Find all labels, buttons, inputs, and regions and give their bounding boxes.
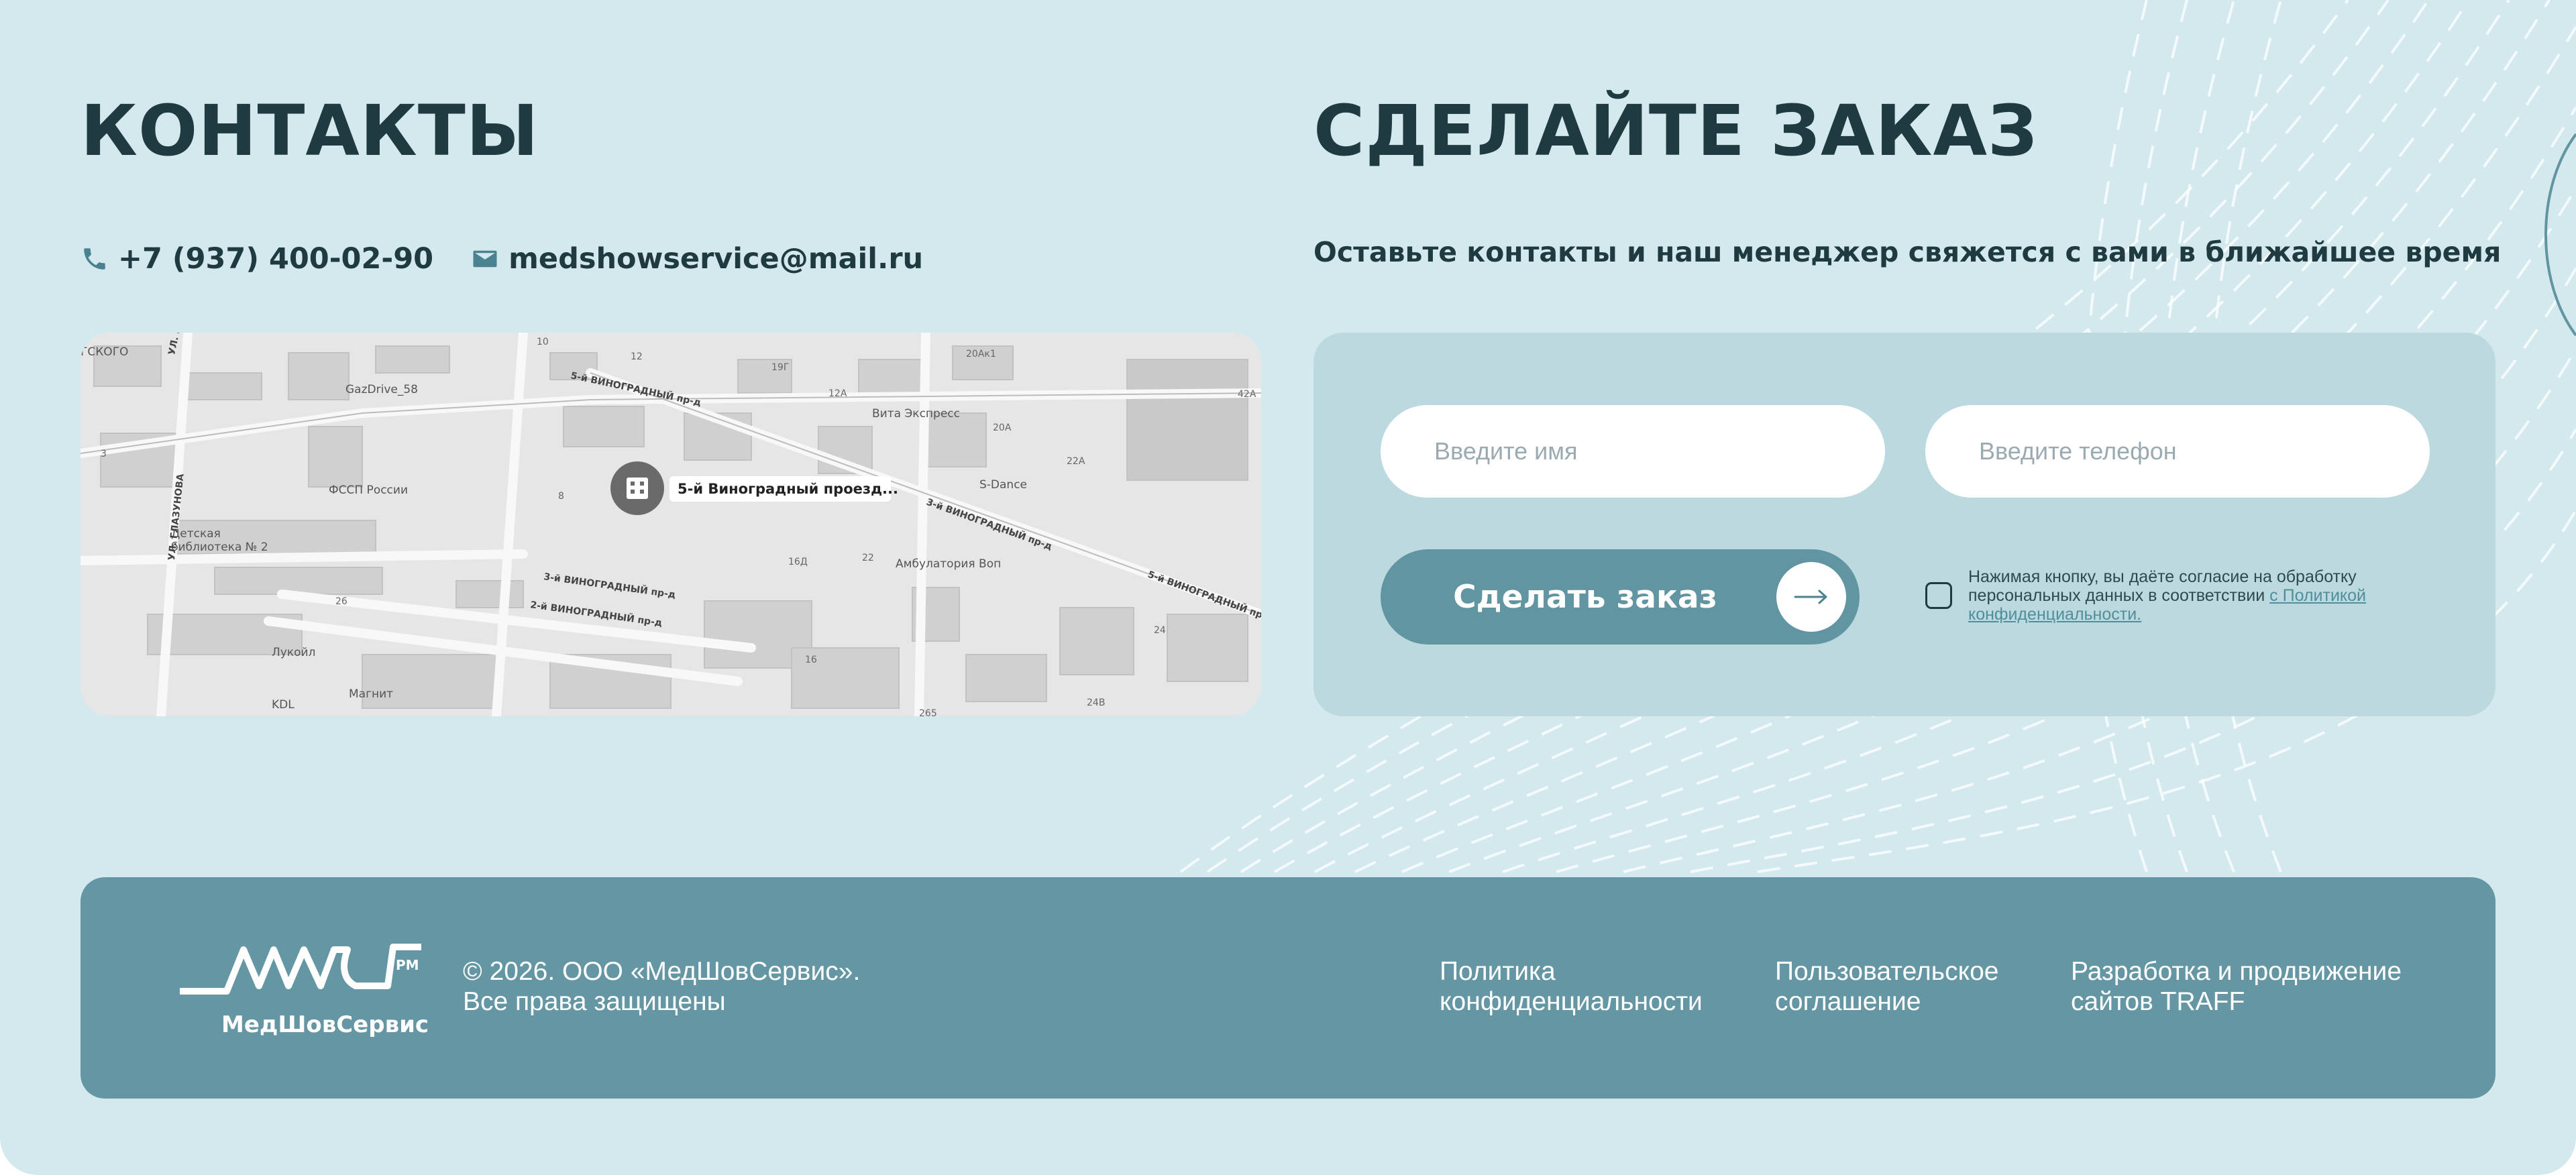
order-form: Сделать заказ Нажимая кнопку, вы даёте с…: [1313, 333, 2496, 716]
contacts-title: КОНТАКТЫ: [80, 90, 539, 172]
arrow-right-icon: [1776, 562, 1846, 632]
house-number: 265: [919, 708, 937, 716]
map-place-label: библиотека № 2: [171, 541, 268, 554]
submit-order-label: Сделать заказ: [1453, 578, 1717, 616]
footer-link-line: Разработка и продвижение: [2071, 957, 2402, 986]
phone-number: +7 (937) 400-02-90: [118, 242, 434, 276]
house-number: 8: [558, 491, 564, 502]
order-title: СДЕЛАЙТЕ ЗАКАЗ: [1313, 90, 2038, 172]
footer: PM МедШовСервис © 2026. ООО «МедШовСерви…: [80, 877, 2496, 1099]
contact-row: +7 (937) 400-02-90 medshowservice@mail.r…: [80, 239, 923, 279]
house-number: 22А: [1067, 456, 1085, 467]
copyright-line: © 2026. ООО «МедШовСервис».: [463, 957, 861, 986]
house-number: 42А: [1238, 389, 1256, 400]
map-place-label: Лукойл: [272, 646, 315, 659]
logo-mark: PM: [396, 957, 419, 973]
logo-text: МедШовСервис: [221, 1011, 429, 1038]
map-place-label: GazDrive_58: [345, 383, 418, 396]
house-number: 20Ак1: [966, 349, 996, 359]
map-pin-label: 5-й Виноградный проезд...: [678, 481, 898, 497]
consent-text: Нажимая кнопку, вы даёте согласие на обр…: [1968, 567, 2424, 624]
consent-checkbox[interactable]: [1925, 582, 1952, 609]
mail-icon: [473, 250, 497, 268]
email-link[interactable]: medshowservice@mail.ru: [471, 242, 923, 276]
name-input[interactable]: [1381, 405, 1885, 498]
map-place-label: Магнит: [349, 687, 393, 701]
house-number: 24: [1154, 625, 1166, 636]
phone-link[interactable]: +7 (937) 400-02-90: [80, 242, 433, 276]
map-place-label: ГСКОГО: [80, 345, 128, 359]
house-number: 12: [631, 351, 643, 362]
footer-link-line: сайтов TRAFF: [2071, 987, 2245, 1016]
map-place-label: KDL: [272, 698, 294, 712]
house-number: 20А: [993, 423, 1012, 433]
order-subtitle: Оставьте контакты и наш менеджер свяжетс…: [1313, 236, 2502, 268]
map-place-label: S-Dance: [979, 478, 1027, 492]
map[interactable]: ГСКОГО GazDrive_58 ФССП России Детская б…: [80, 333, 1261, 716]
phone-input[interactable]: [1925, 405, 2430, 498]
footer-link-line: конфиденциальности: [1440, 987, 1703, 1016]
submit-order-button[interactable]: Сделать заказ: [1381, 549, 1860, 645]
house-number: 26: [335, 596, 347, 607]
house-number: 12А: [828, 388, 847, 399]
house-number: 10: [537, 337, 549, 347]
copyright: © 2026. ООО «МедШовСервис». Все права за…: [463, 956, 860, 1017]
user-agreement-link[interactable]: Пользовательское соглашение: [1775, 956, 1998, 1017]
footer-link-line: Политика: [1440, 957, 1556, 986]
developer-link[interactable]: Разработка и продвижение сайтов TRAFF: [2071, 956, 2402, 1017]
phone-icon: [84, 248, 105, 270]
footer-link-line: соглашение: [1775, 987, 1921, 1016]
map-canvas[interactable]: ГСКОГО GazDrive_58 ФССП России Детская б…: [80, 333, 1261, 716]
map-place-label: ФССП России: [329, 484, 408, 497]
house-number: 3: [101, 449, 107, 459]
house-number: 19Г: [771, 362, 789, 373]
map-place-label: Вита Экспресс: [872, 407, 960, 421]
house-number: 16: [805, 655, 817, 665]
house-number: 22: [862, 553, 874, 563]
map-place-label: Амбулатория Воп: [896, 557, 1001, 571]
email-address: medshowservice@mail.ru: [508, 242, 924, 276]
house-number: 24В: [1087, 697, 1105, 708]
page: КОНТАКТЫ +7 (937) 400-02-90 medshowservi…: [0, 0, 2576, 1175]
privacy-policy-footer-link[interactable]: Политика конфиденциальности: [1440, 956, 1703, 1017]
copyright-line: Все права защищены: [463, 987, 726, 1016]
house-number: 16Д: [788, 557, 808, 567]
footer-link-line: Пользовательское: [1775, 957, 1999, 986]
